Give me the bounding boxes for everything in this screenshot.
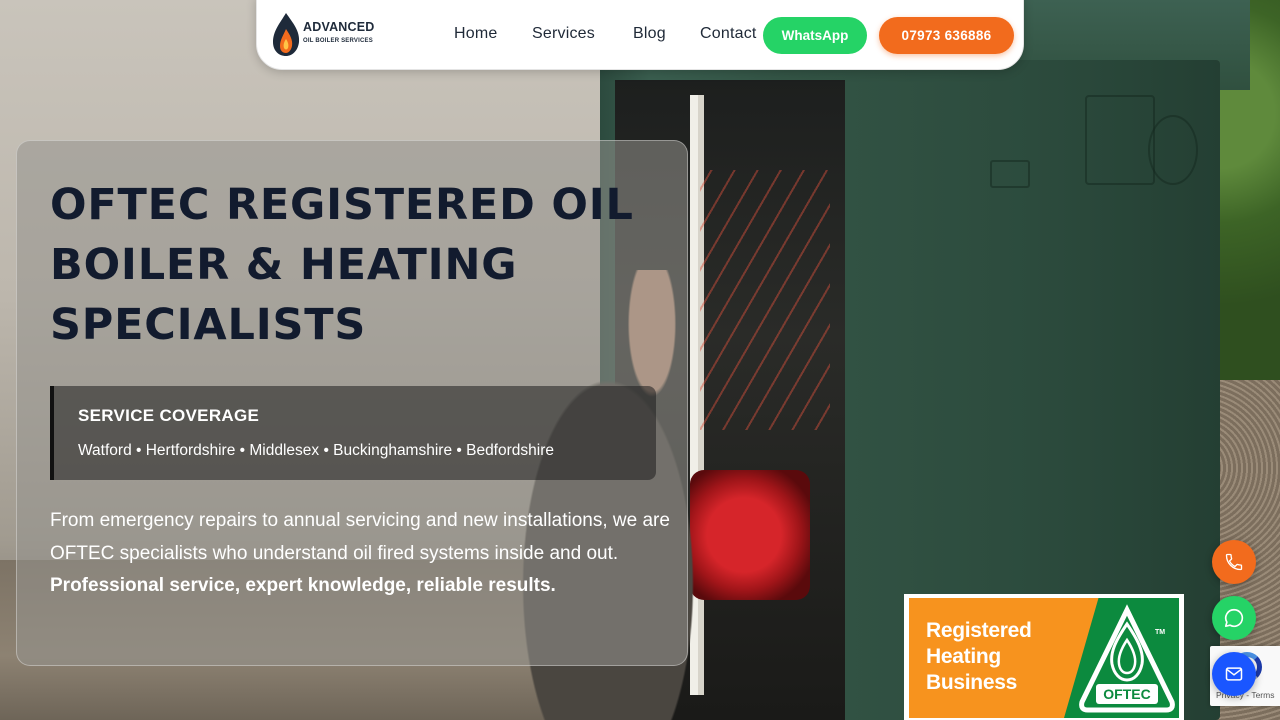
badge-text: Registered Heating Business [926, 618, 1032, 696]
coverage-areas: Watford • Hertfordshire • Middlesex • Bu… [78, 442, 554, 459]
recaptcha-terms-link[interactable]: Terms [1251, 690, 1274, 700]
coverage-title: SERVICE COVERAGE [78, 406, 260, 425]
hero-description: From emergency repairs to annual servici… [50, 505, 670, 603]
floating-call-button[interactable] [1212, 540, 1256, 584]
badge-line-3: Business [926, 671, 1017, 694]
hero-title: OFTEC REGISTERED OIL BOILER & HEATING SP… [50, 180, 634, 350]
floating-whatsapp-button[interactable] [1212, 596, 1256, 640]
hero-description-text: From emergency repairs to annual servici… [50, 510, 670, 564]
badge-line-1: Registered [926, 619, 1032, 642]
nav-contact[interactable]: Contact [700, 25, 757, 43]
floating-email-button[interactable] [1212, 652, 1256, 696]
badge-line-2: Heating [926, 645, 1001, 668]
badge-trademark: TM [1155, 629, 1166, 636]
nav-blog[interactable]: Blog [633, 25, 666, 43]
oftec-badge: Registered Heating Business OFTEC TM [904, 594, 1184, 720]
oftec-logo-text: OFTEC [1103, 686, 1150, 702]
logo-tagline: OIL BOILER SERVICES [303, 38, 373, 44]
hero-card: OFTEC REGISTERED OIL BOILER & HEATING SP… [16, 140, 688, 666]
phone-icon [1225, 553, 1243, 571]
site-logo[interactable]: ADVANCED OIL BOILER SERVICES [271, 11, 381, 57]
hero-description-strong: Professional service, expert knowledge, … [50, 575, 556, 596]
mail-icon [1225, 667, 1243, 681]
nav-home[interactable]: Home [454, 25, 497, 43]
flame-logo-icon [273, 13, 300, 56]
logo-name: ADVANCED [303, 20, 375, 34]
site-header: ADVANCED OIL BOILER SERVICES Home Servic… [256, 0, 1024, 70]
service-coverage-box: SERVICE COVERAGE Watford • Hertfordshire… [50, 386, 656, 480]
nav-services[interactable]: Services [532, 25, 595, 43]
phone-button[interactable]: 07973 636886 [879, 17, 1014, 54]
whatsapp-button[interactable]: WhatsApp [763, 17, 867, 54]
whatsapp-icon [1224, 608, 1244, 628]
oftec-flame-icon: OFTEC [1079, 604, 1175, 713]
